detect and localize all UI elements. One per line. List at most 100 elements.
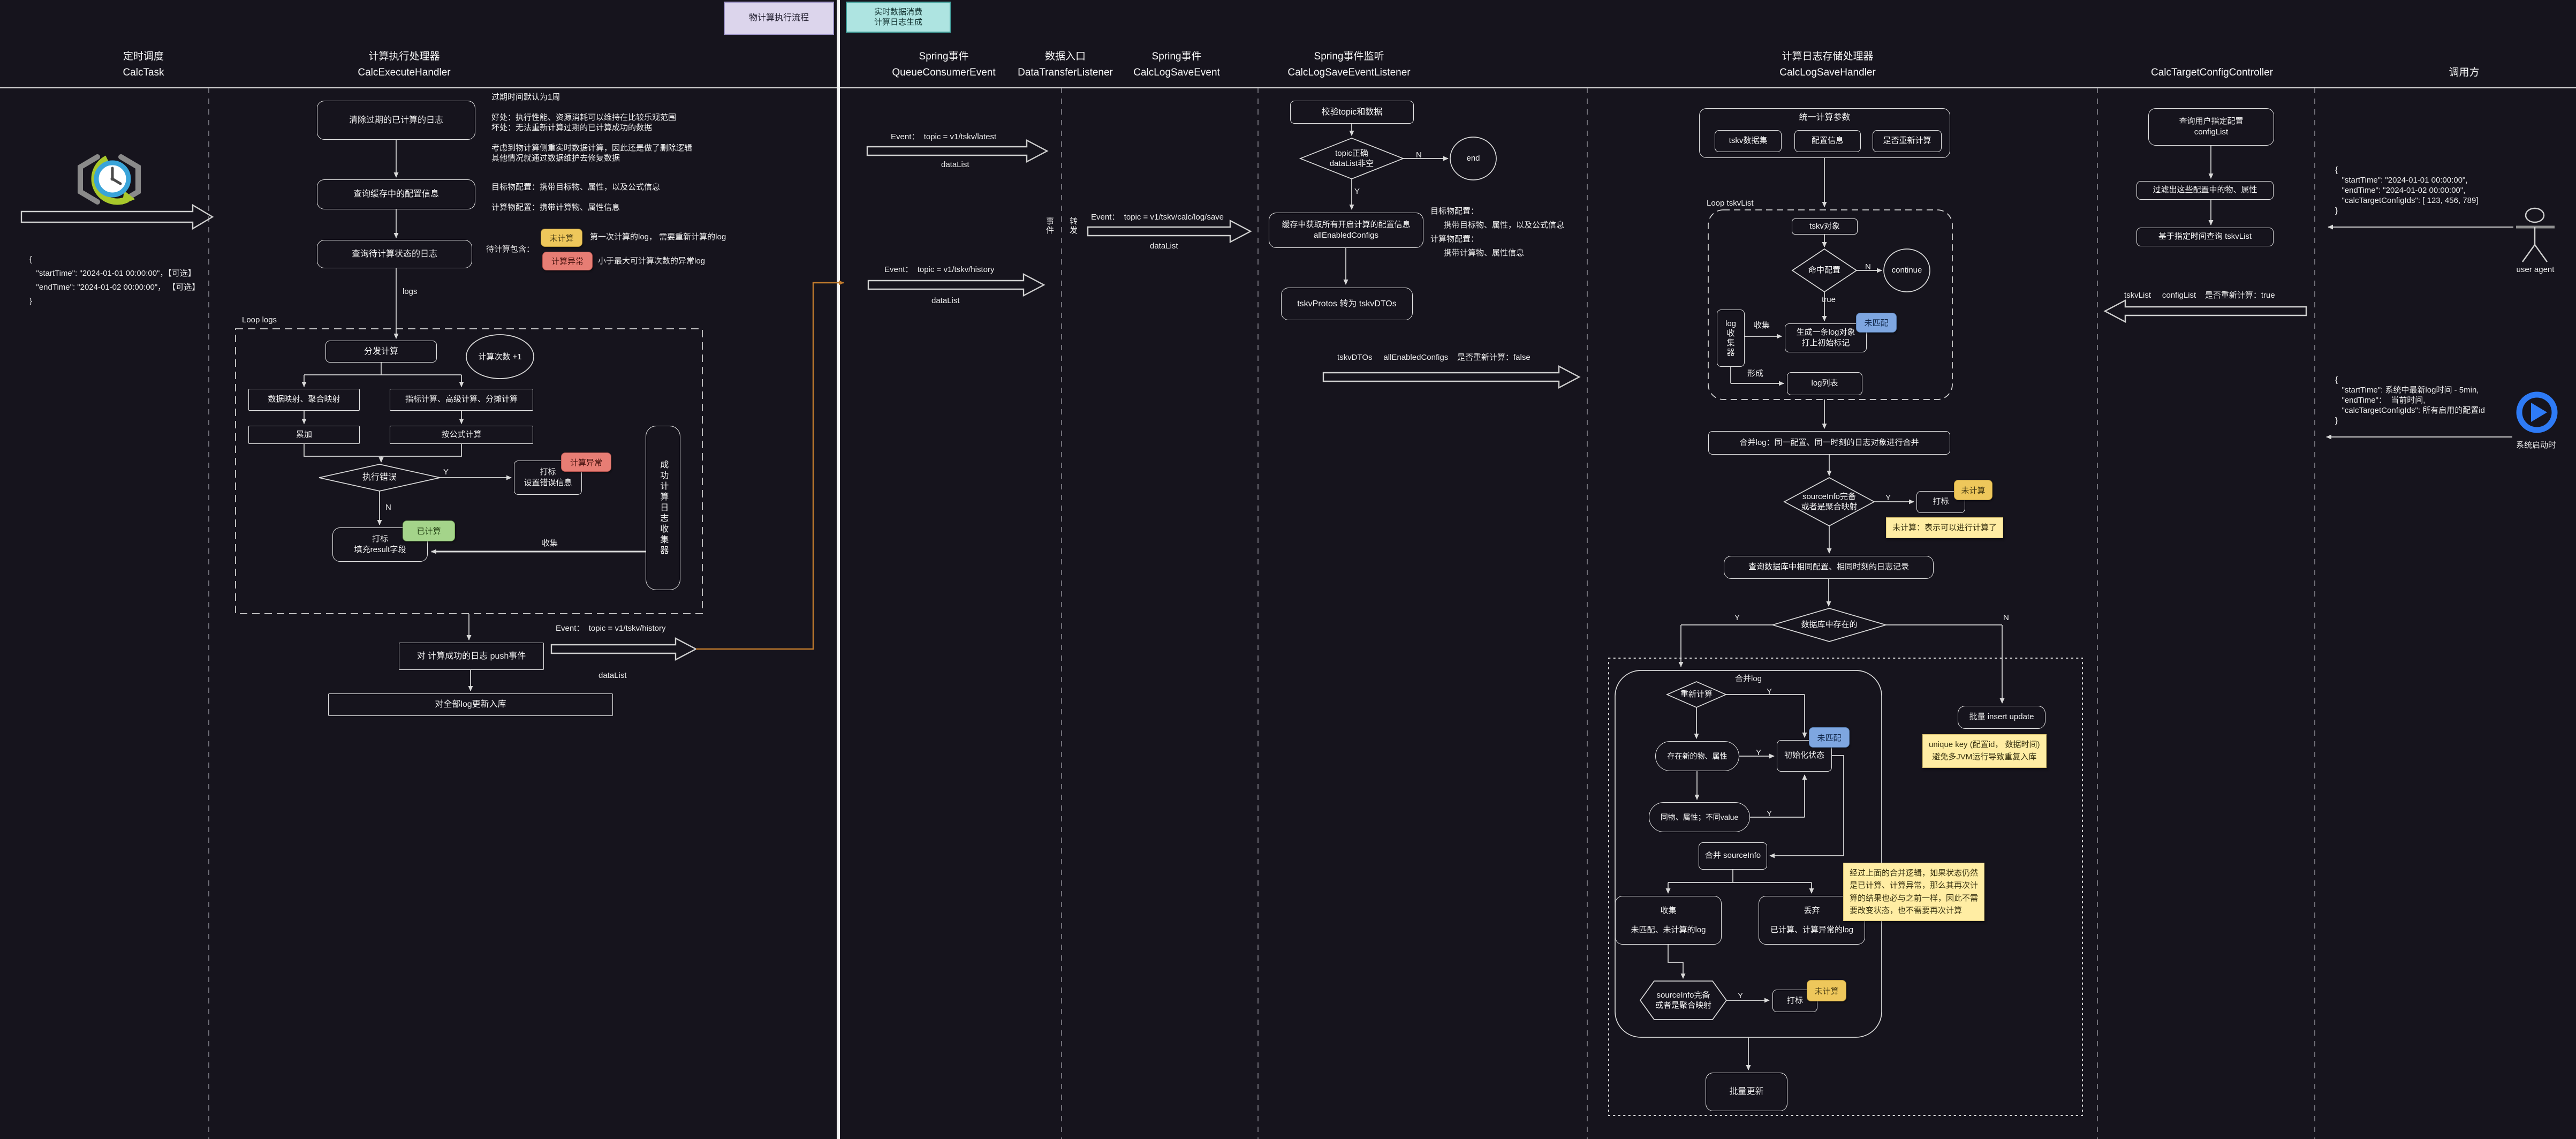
- label-n-exists: N: [2003, 613, 2009, 623]
- node-clean-expired-logs: 清除过期的已计算的日志: [317, 101, 475, 140]
- label-true: true: [1822, 295, 1836, 305]
- label-y-recalc: Y: [1767, 687, 1772, 697]
- label-loop-logs: Loop logs: [242, 315, 277, 326]
- label-return-to-handler: tskvList configList 是否重新计算：true: [2124, 290, 2275, 301]
- label-user-agent: user agent: [2517, 265, 2555, 275]
- flag-calc-exec-flow: 物计算执行流程: [724, 2, 834, 35]
- label-y-topic: Y: [1354, 186, 1360, 197]
- label-event-latest: Event： topic = v1/tskv/latest: [891, 132, 996, 142]
- diamond-sourceinfo-complete: sourceInfo完备 或者是聚合映射: [1784, 488, 1874, 515]
- label-pass-to-handler: tskvDTOs allEnabledConfigs 是否重新计算：false: [1337, 352, 1531, 363]
- node-merge-log: 合并log：同一配置、同一时刻的日志对象进行合并: [1708, 431, 1950, 455]
- diamond-sourceinfo-complete-2: sourceInfo完备 或者是聚合映射: [1640, 989, 1726, 1012]
- note-clean-expired: 过期时间默认为1周 好处：执行性能、资源消耗可以维持在比较乐观范围 坏处：无法重…: [491, 92, 692, 163]
- node-collect-logs: 收集 未匹配、未计算的log: [1615, 896, 1722, 945]
- lane-title-caller: 调用方: [2449, 67, 2479, 78]
- node-query-user-config: 查询用户指定配置 configList: [2148, 108, 2274, 146]
- badge-calc-error-2: 计算异常: [561, 452, 611, 472]
- label-forward-relay: 转发: [1067, 217, 1079, 235]
- node-query-cached-config: 查询缓存中的配置信息: [317, 179, 475, 209]
- handler-flow-lines: [1609, 158, 2082, 1115]
- node-log-list: log列表: [1787, 372, 1862, 395]
- lane-title-queue-cn: Spring事件: [919, 51, 969, 62]
- label-event-history-push: Event： topic = v1/tskv/history: [556, 623, 666, 634]
- node-update-all-logs: 对全部log更新入库: [328, 693, 613, 716]
- label-event-history: Event： topic = v1/tskv/history: [884, 265, 995, 275]
- node-param-config-info: 配置信息: [1794, 130, 1861, 152]
- caller-json-system: { "startTime": 系统中最新log时间 - 5min, "endTi…: [2335, 375, 2485, 426]
- flag-realtime-consume: 实时数据消费 计算日志生成: [846, 2, 951, 33]
- node-query-db-logs: 查询数据库中相同配置、相同时刻的日志记录: [1724, 556, 1934, 579]
- node-data-mapping: 数据映射、聚合映射: [248, 389, 360, 411]
- node-success-log-collector: 成功计算日志收集器: [646, 426, 680, 590]
- node-query-tskvlist-by-time: 基于指定时间查询 tskvList: [2136, 228, 2274, 246]
- node-end-circle: end: [1450, 148, 1496, 169]
- label-y-same: Y: [1767, 809, 1772, 819]
- node-get-enabled-configs: 缓存中获取所有开启计算的配置信息 allEnabledConfigs: [1269, 213, 1423, 248]
- label-y-new: Y: [1756, 748, 1761, 758]
- label-y-sourceinfo-2: Y: [1738, 991, 1743, 1001]
- node-indicator-calc: 指标计算、高级计算、分摊计算: [390, 389, 533, 411]
- node-query-pending-logs: 查询待计算状态的日志: [317, 240, 472, 268]
- lane-title-exec-en: CalcExecuteHandler: [358, 67, 450, 78]
- user-agent-icon: [2516, 208, 2555, 262]
- node-batch-insert-update: 批量 insert update: [1958, 706, 2045, 729]
- node-convert-dtos: tskvProtos 转为 tskvDTOs: [1281, 288, 1413, 320]
- lane-title-saveevent-en: CalcLogSaveEvent: [1133, 67, 1220, 78]
- badge-calc-error: 计算异常: [542, 252, 593, 270]
- label-n-topic: N: [1416, 150, 1422, 161]
- lane-title-saveevent-cn: Spring事件: [1152, 51, 1202, 62]
- node-calc-count-circle: 计算次数 +1: [466, 346, 534, 368]
- lane-title-handler-en: CalcLogSaveHandler: [1779, 67, 1876, 78]
- diamond-recalc: 重新计算: [1667, 688, 1726, 701]
- lane-title-calctask-cn: 定时调度: [123, 51, 164, 62]
- badge-uncalculated: 未计算: [541, 229, 582, 247]
- node-check-topic-data: 校验topic和数据: [1290, 101, 1414, 124]
- diamond-exists-in-db: 数据库中存在的: [1772, 614, 1886, 636]
- note-merge-logic: 经过上面的合并逻辑，如果状态仍然 是已计算、计算异常，那么其再次计 算的结果也必…: [1843, 863, 1984, 921]
- lane-title-controller: CalcTargetConfigController: [2151, 67, 2273, 78]
- sequence-flow-diagram: 物计算执行流程 实时数据消费 计算日志生成 定时调度 CalcTask 计算执行…: [0, 0, 2576, 1139]
- lane-title-calctask-en: CalcTask: [123, 67, 164, 78]
- node-tskv-object: tskv对象: [1792, 218, 1858, 235]
- label-y-exec-error: Y: [443, 467, 449, 478]
- node-continue-circle: continue: [1884, 260, 1930, 281]
- node-merge-sourceinfo: 合并 sourceInfo: [1699, 842, 1767, 870]
- badge-calculated: 已计算: [403, 521, 455, 541]
- calctask-request-json: { "startTime": "2024-01-01 00:00:00"，【可选…: [29, 253, 200, 308]
- diamond-topic-valid: topic正确 dataList非空: [1300, 140, 1403, 177]
- label-form: 形成: [1747, 368, 1763, 379]
- node-new-things: 存在新的物、属性: [1655, 741, 1739, 771]
- node-generate-log: 生成一条log对象 打上初始标记: [1785, 323, 1867, 352]
- lane-title-listener-cn: Spring事件监听: [1314, 51, 1384, 62]
- diamond-exec-error: 执行错误: [319, 464, 440, 491]
- diagram-connectors-layer: [0, 0, 2576, 1139]
- label-collect-2: 收集: [1754, 320, 1770, 331]
- diamond-hit-config: 命中配置: [1792, 258, 1857, 283]
- label-datalist-2: dataList: [931, 296, 960, 306]
- system-start-play-icon: [2519, 395, 2555, 430]
- label-merge-log-container: 合并log: [1735, 674, 1762, 684]
- note-uncalculated-meaning: 未计算：表示可以进行计算了: [1886, 517, 2003, 538]
- badge-unmatched: 未匹配: [1856, 313, 1897, 333]
- lane-title-dataentry-cn: 数据入口: [1045, 51, 1086, 62]
- node-accumulate: 累加: [248, 426, 360, 444]
- scheduler-clock-icon: [80, 157, 138, 205]
- label-collect: 收集: [542, 538, 558, 549]
- node-filter-things: 过滤出这些配置中的物、属性: [2136, 181, 2274, 200]
- label-pending-contains: 待计算包含：: [486, 244, 534, 255]
- node-param-recalc: 是否重新计算: [1873, 130, 1942, 152]
- note-unique-key: unique key (配置id， 数据时间) 避免多JVM运行导致重复入库: [1922, 734, 2047, 768]
- lane-title-queue-en: QueueConsumerEvent: [892, 67, 995, 78]
- label-loop-tskvlist: Loop tskvList: [1707, 198, 1754, 209]
- label-n-exec-error: N: [385, 502, 391, 513]
- node-dispatch-calc: 分发计算: [325, 341, 437, 363]
- node-batch-update: 批量更新: [1706, 1073, 1787, 1111]
- label-event-save: Event： topic = v1/tskv/calc/log/save: [1091, 212, 1224, 223]
- node-log-collector: log 收 集 器: [1717, 310, 1745, 367]
- badge-unmatched-2: 未匹配: [1809, 727, 1850, 748]
- badge-uncalculated-2: 未计算: [1954, 480, 1992, 500]
- node-push-success-event: 对 计算成功的日志 push事件: [399, 643, 544, 670]
- label-datalist-1: dataList: [941, 160, 969, 170]
- note-pending-2: 小于最大可计算次数的异常log: [598, 256, 705, 267]
